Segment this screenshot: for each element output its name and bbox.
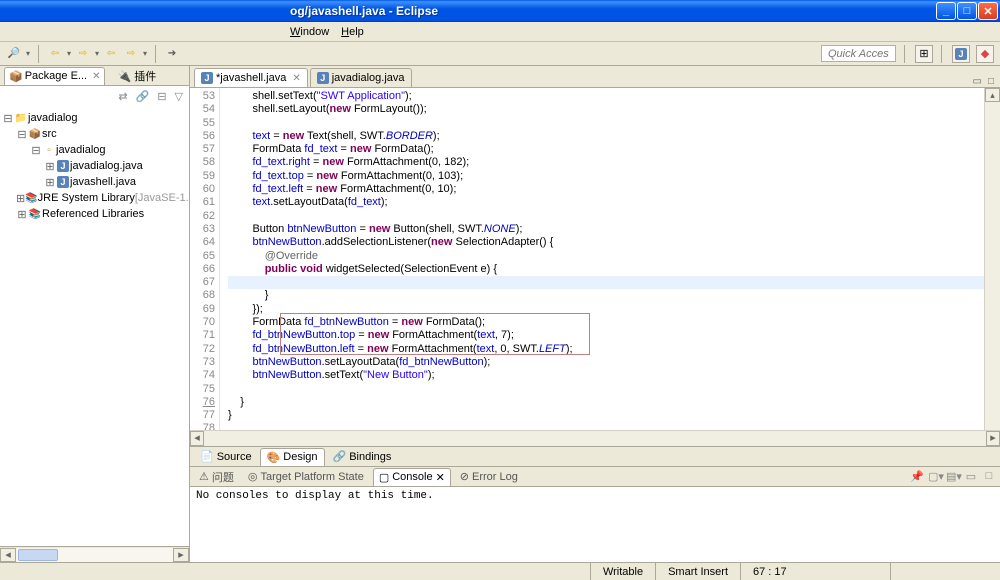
tree-reflib[interactable]: ⊞📚Referenced Libraries <box>2 206 187 222</box>
status-writable: Writable <box>590 563 655 580</box>
tree-file-1[interactable]: ⊞Jjavadialog.java <box>2 158 187 174</box>
scroll-right-icon[interactable]: ▸ <box>173 548 189 562</box>
window-title: og/javashell.java - Eclipse <box>290 4 936 18</box>
tab-target[interactable]: ◎ Target Platform State <box>243 468 369 485</box>
tab-errorlog[interactable]: ⊘ Error Log <box>455 468 523 485</box>
pin-icon[interactable]: 📌 <box>910 470 924 484</box>
quick-access-input[interactable] <box>821 45 896 62</box>
code-editor[interactable]: 5354555657585960616263646566676869707172… <box>190 88 1000 430</box>
titlebar: og/javashell.java - Eclipse _ □ ✕ <box>0 0 1000 22</box>
plugin-perspective-button[interactable]: ◆ <box>976 45 994 63</box>
java-perspective-button[interactable]: J <box>952 45 970 63</box>
tab-javadialog[interactable]: Jjavadialog.java <box>310 68 412 87</box>
menubar: WWindowindow HHelpelp <box>0 22 1000 42</box>
window-controls: _ □ ✕ <box>936 2 998 20</box>
package-explorer-panel: 📦 Package E...✕ 🔌 插件 ⇄ 🔗 ⊟ ▽ ⊟📁javadialo… <box>0 66 190 562</box>
scroll-thumb[interactable] <box>18 549 58 561</box>
tab-design[interactable]: 🎨 Design <box>260 448 325 467</box>
maximize-icon[interactable]: □ <box>988 76 994 87</box>
nav-back-icon[interactable]: ⇦ <box>47 46 63 62</box>
close-icon[interactable]: ✕ <box>92 71 100 82</box>
current-line <box>228 276 984 289</box>
console-output: No consoles to display at this time. <box>190 487 1000 562</box>
scroll-left-icon[interactable]: ◂ <box>190 431 204 446</box>
close-icon[interactable]: ✕ <box>436 471 445 484</box>
statusbar: Writable Smart Insert 67 : 17 <box>0 562 1000 580</box>
editor-hscrollbar[interactable]: ◂ ▸ <box>190 430 1000 446</box>
tree-file-2[interactable]: ⊞Jjavashell.java <box>2 174 187 190</box>
open-perspective-button[interactable]: ⊞ <box>915 45 933 63</box>
display-icon[interactable]: ▢▾ <box>928 470 942 484</box>
line-gutter: 5354555657585960616263646566676869707172… <box>190 88 220 430</box>
focus-icon[interactable]: ⊟ <box>157 90 166 103</box>
minimize-button[interactable]: _ <box>936 2 956 20</box>
close-icon[interactable]: ✕ <box>292 73 300 84</box>
code-area[interactable]: shell.setText("SWT Application"); shell.… <box>220 88 984 430</box>
tab-problems[interactable]: ⚠ 问题 <box>194 467 239 487</box>
tab-console[interactable]: ▢ Console ✕ <box>373 468 451 486</box>
editor-subtabs: 📄 Source 🎨 Design 🔗 Bindings <box>190 446 1000 466</box>
hscrollbar[interactable]: ◂ ▸ <box>0 546 189 562</box>
menu-icon[interactable]: ▽ <box>175 90 183 103</box>
tab-source[interactable]: 📄 Source <box>194 448 258 465</box>
maximize-button[interactable]: □ <box>957 2 977 20</box>
collapse-icon[interactable]: ⇄ <box>118 90 127 103</box>
minimize-icon[interactable]: ▭ <box>964 470 978 484</box>
tree-jre[interactable]: ⊞📚JRE System Library [JavaSE-1. <box>2 190 187 206</box>
menu-window[interactable]: WWindowindow <box>290 26 329 38</box>
maximize-icon[interactable]: □ <box>982 470 996 484</box>
panel-toolbar: ⇄ 🔗 ⊟ ▽ <box>0 86 189 106</box>
vscrollbar[interactable]: ▴ <box>984 88 1000 430</box>
status-cursor: 67 : 17 <box>740 563 890 580</box>
tree-project[interactable]: ⊟📁javadialog <box>2 110 187 126</box>
nav-icon-2[interactable]: ⇨ <box>123 46 139 62</box>
open-console-icon[interactable]: ▤▾ <box>946 470 960 484</box>
scroll-left-icon[interactable]: ◂ <box>0 548 16 562</box>
tab-bindings[interactable]: 🔗 Bindings <box>327 448 398 465</box>
link-icon[interactable]: 🔗 <box>136 90 150 103</box>
editor-tabs: J*javashell.java✕ Jjavadialog.java ▭ □ <box>190 66 1000 88</box>
tab-javashell[interactable]: J*javashell.java✕ <box>194 68 308 87</box>
project-tree: ⊟📁javadialog ⊟📦src ⊟▫javadialog ⊞Jjavadi… <box>0 106 189 546</box>
search-icon[interactable]: 🔎 <box>6 46 22 62</box>
scroll-up-icon[interactable]: ▴ <box>985 88 1000 102</box>
plugins-tab[interactable]: 🔌 插件 <box>113 66 160 86</box>
arrow-icon[interactable]: ➔ <box>164 46 180 62</box>
nav-fwd-icon[interactable]: ⇨ <box>75 46 91 62</box>
package-explorer-tab[interactable]: 📦 Package E...✕ <box>4 67 105 85</box>
menu-help[interactable]: HHelpelp <box>341 26 364 38</box>
minimize-icon[interactable]: ▭ <box>973 76 982 87</box>
close-button[interactable]: ✕ <box>978 2 998 20</box>
tree-src[interactable]: ⊟📦src <box>2 126 187 142</box>
toolbar: 🔎▾ ⇦▾ ⇨▾ ⇦ ⇨▾ ➔ ⊞ J ◆ <box>0 42 1000 66</box>
tree-package[interactable]: ⊟▫javadialog <box>2 142 187 158</box>
scroll-right-icon[interactable]: ▸ <box>986 431 1000 446</box>
nav-icon[interactable]: ⇦ <box>103 46 119 62</box>
console-panel: ⚠ 问题 ◎ Target Platform State ▢ Console ✕… <box>190 466 1000 562</box>
status-insert: Smart Insert <box>655 563 740 580</box>
